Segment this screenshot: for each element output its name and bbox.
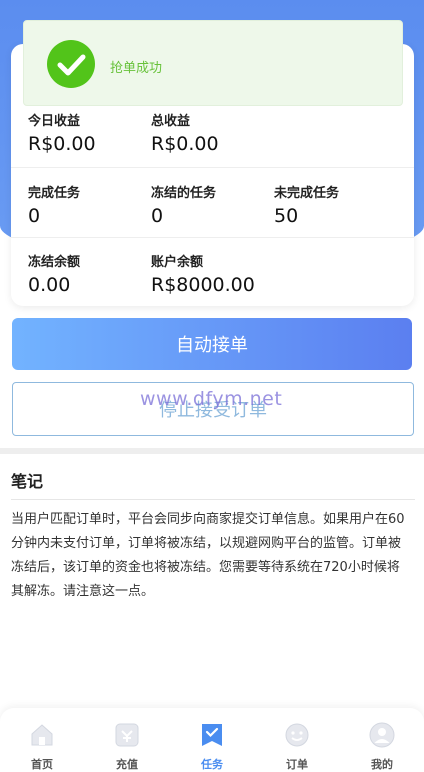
completed-tasks-label: 完成任务: [28, 186, 81, 201]
today-earnings: 今日收益 R$0.00: [28, 110, 96, 155]
tab-task-label: 任务: [201, 758, 223, 771]
tab-profile[interactable]: 我的: [352, 708, 412, 772]
uncompleted-tasks-value: 50: [274, 205, 299, 227]
total-earnings-label: 总收益: [151, 114, 191, 129]
frozen-tasks: 冻结的任务 0: [151, 182, 216, 227]
today-earnings-label: 今日收益: [28, 114, 81, 129]
uncompleted-tasks-label: 未完成任务: [274, 186, 340, 201]
completed-tasks: 完成任务 0: [28, 182, 80, 227]
tab-orders-label: 订单: [286, 758, 308, 771]
task-icon: [199, 722, 225, 748]
stats-row-balances: 冻结余额 0.00 账户余额 R$8000.00: [11, 238, 414, 306]
tab-task[interactable]: 任务: [182, 708, 242, 772]
tab-orders[interactable]: 订单: [267, 708, 327, 772]
home-icon: [29, 722, 55, 748]
profile-icon: [369, 722, 395, 748]
frozen-balance-label: 冻结余额: [28, 255, 81, 270]
check-circle-icon: [47, 40, 95, 88]
today-earnings-value: R$0.00: [28, 133, 96, 155]
frozen-tasks-label: 冻结的任务: [151, 186, 217, 201]
completed-tasks-value: 0: [28, 205, 41, 227]
frozen-tasks-value: 0: [151, 205, 164, 227]
order-icon: [284, 722, 310, 748]
total-earnings: 总收益 R$0.00: [151, 110, 219, 155]
watermark-text: www.dfym.net: [140, 388, 283, 410]
tab-home-label: 首页: [31, 758, 53, 771]
app-screen: 今日收益 R$0.00 总收益 R$0.00 完成任务 0 冻结的任务 0 未完…: [0, 0, 424, 772]
notes-body: 当用户匹配订单时，平台会同步向商家提交订单信息。如果用户在60分钟内未支付订单，…: [11, 512, 405, 599]
notes-title: 笔记: [11, 472, 44, 491]
uncompleted-tasks: 未完成任务 50: [274, 182, 339, 227]
success-toast: 抢单成功: [23, 20, 403, 106]
notes-divider: [11, 499, 415, 500]
toast-message: 抢单成功: [110, 61, 163, 76]
stats-row-tasks: 完成任务 0 冻结的任务 0 未完成任务 50: [11, 168, 414, 238]
tab-profile-label: 我的: [371, 758, 393, 771]
auto-accept-button[interactable]: 自动接单: [12, 318, 412, 370]
total-earnings-value: R$0.00: [151, 133, 219, 155]
account-balance-value: R$8000.00: [151, 274, 255, 296]
account-balance: 账户余额 R$8000.00: [151, 251, 255, 296]
section-divider: [0, 448, 424, 454]
tab-recharge-label: 充值: [116, 758, 138, 771]
frozen-balance-value: 0.00: [28, 274, 71, 296]
bottom-tab-bar: 首页 充值 任务 订单 我的: [0, 708, 424, 772]
account-balance-label: 账户余额: [151, 255, 204, 270]
frozen-balance: 冻结余额 0.00: [28, 251, 80, 296]
tab-recharge[interactable]: 充值: [97, 708, 157, 772]
recharge-icon: [114, 722, 140, 748]
tab-home[interactable]: 首页: [12, 708, 72, 772]
